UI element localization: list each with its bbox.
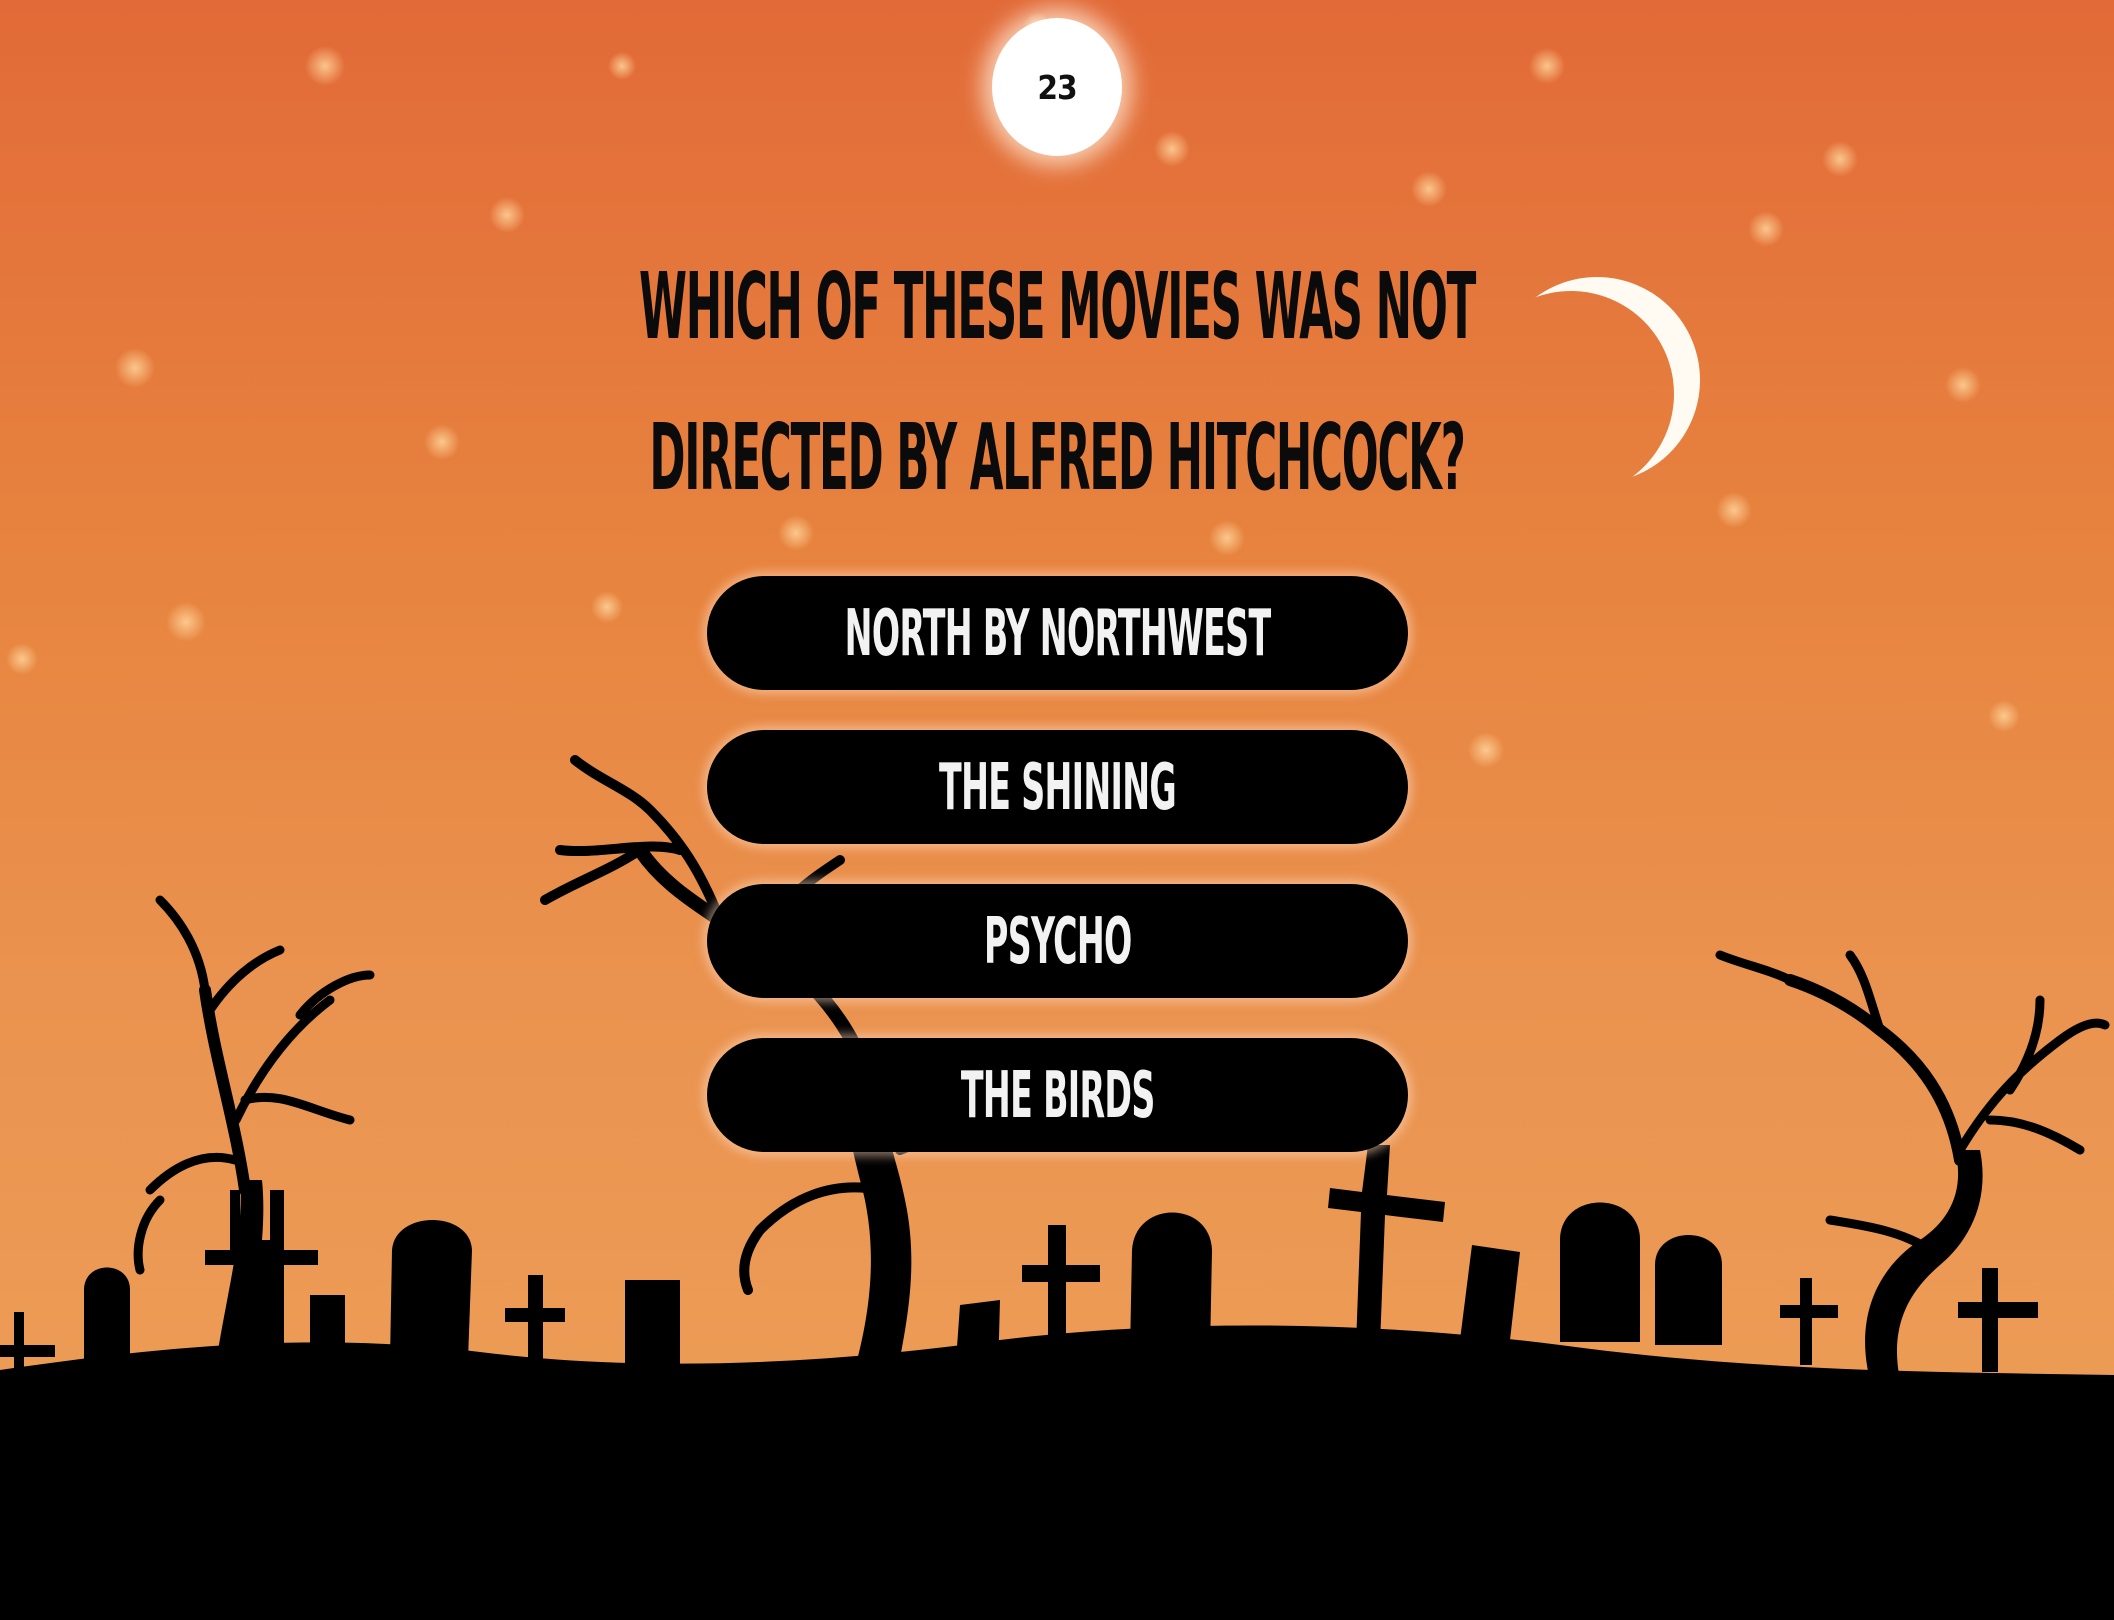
game-screen: 23 WHICH OF THESE MOVIES WAS NOT DIRECTE… xyxy=(0,0,2114,1620)
answer-list: NORTH BY NORTHWEST THE SHINING PSYCHO TH… xyxy=(707,576,1408,1192)
timer-value: 23 xyxy=(1037,67,1077,107)
answer-label: PSYCHO xyxy=(983,903,1132,979)
answer-button-4[interactable]: THE BIRDS xyxy=(707,1038,1408,1152)
answer-button-1[interactable]: NORTH BY NORTHWEST xyxy=(707,576,1408,690)
answer-label: THE BIRDS xyxy=(960,1057,1155,1133)
answer-label: NORTH BY NORTHWEST xyxy=(844,595,1271,671)
answer-label: THE SHINING xyxy=(938,749,1177,825)
answer-button-2[interactable]: THE SHINING xyxy=(707,730,1408,844)
countdown-timer: 23 xyxy=(992,18,1122,156)
dead-tree-icon xyxy=(1715,950,2110,1380)
question-text: WHICH OF THESE MOVIES WAS NOT DIRECTED B… xyxy=(638,254,1476,512)
answer-button-3[interactable]: PSYCHO xyxy=(707,884,1408,998)
